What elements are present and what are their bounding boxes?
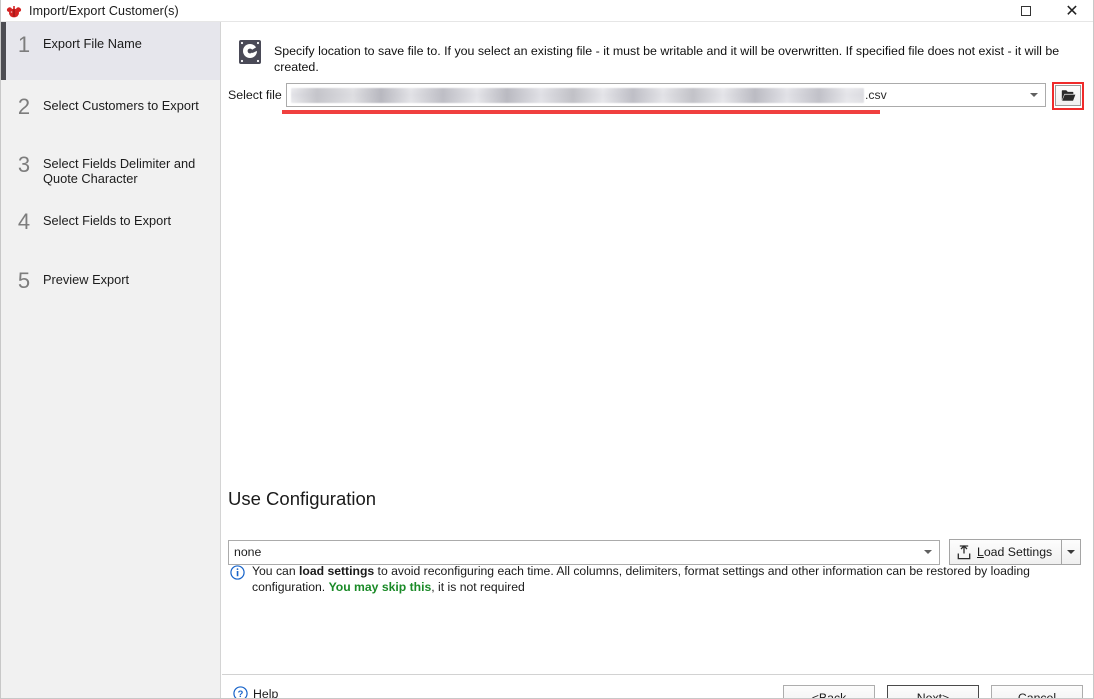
sidebar-step-1[interactable]: 1 Export File Name <box>1 22 220 80</box>
next-mid: ext <box>925 691 943 699</box>
browse-button-highlight <box>1052 82 1084 110</box>
file-path-redacted-value <box>291 87 864 103</box>
select-file-combobox[interactable]: .csv <box>286 83 1046 107</box>
instruction-text: Specify location to save file to. If you… <box>274 44 1060 74</box>
title-bar: Import/Export Customer(s) ✕ <box>1 0 1093 22</box>
close-icon: ✕ <box>1065 1 1079 20</box>
maximize-button[interactable] <box>1003 0 1049 22</box>
load-settings-split-button: Load Settings <box>949 539 1082 565</box>
dialog-button-bar: < Back Next > Cancel <box>783 685 1083 699</box>
file-extension-text: .csv <box>865 88 887 102</box>
sidebar-step-5[interactable]: 5 Preview Export <box>1 254 220 312</box>
load-settings-label-rest: oad Settings <box>983 545 1053 559</box>
sidebar-step-4-number: 4 <box>17 209 31 234</box>
close-button[interactable]: ✕ <box>1049 0 1093 22</box>
info-part-1: You can <box>252 564 299 578</box>
back-rest: ack <box>827 691 847 699</box>
use-configuration-heading: Use Configuration <box>228 488 377 509</box>
sidebar-step-1-label: Export File Name <box>43 36 142 51</box>
import-export-dialog: Import/Export Customer(s) ✕ 1 Export Fil… <box>0 0 1094 699</box>
sidebar-step-1-number: 1 <box>17 32 31 57</box>
app-red-icon <box>6 3 22 19</box>
info-part-3: , it is not required <box>431 580 525 594</box>
next-suffix: > <box>942 691 950 699</box>
window-title: Import/Export Customer(s) <box>29 3 179 18</box>
chevron-down-icon[interactable] <box>1030 93 1038 97</box>
load-settings-label: Load Settings <box>977 545 1052 559</box>
load-settings-accesskey: L <box>977 545 984 559</box>
configuration-selected-value: none <box>234 545 262 559</box>
load-settings-dropdown-button[interactable] <box>1062 539 1082 565</box>
back-accesskey: B <box>818 691 828 699</box>
help-link[interactable]: ? Help <box>233 686 278 699</box>
upload-icon <box>957 544 971 559</box>
svg-text:?: ? <box>238 689 244 699</box>
select-file-label: Select file <box>228 88 282 102</box>
next-accesskey: N <box>916 691 926 699</box>
select-file-row: Select file .csv <box>228 82 1088 110</box>
back-prefix: < <box>811 691 819 699</box>
sidebar-step-2-label: Select Customers to Export <box>43 98 199 113</box>
window-controls: ✕ <box>1003 0 1093 22</box>
sidebar-step-2[interactable]: 2 Select Customers to Export <box>1 80 220 138</box>
chevron-down-icon <box>1067 550 1076 554</box>
footer-divider <box>222 674 1093 675</box>
configuration-combobox[interactable]: none <box>228 539 940 565</box>
cancel-button[interactable]: Cancel <box>991 685 1083 699</box>
cancel-accesskey: C <box>1017 691 1027 699</box>
info-green-skip: You may skip this <box>328 580 432 594</box>
sidebar-step-2-number: 2 <box>17 94 31 119</box>
configuration-row: none Load Settings <box>228 539 1084 565</box>
configuration-info-note: You can load settings to avoid reconfigu… <box>230 563 1080 595</box>
help-accesskey: H <box>253 686 262 699</box>
sidebar-step-4[interactable]: 4 Select Fields to Export <box>1 196 220 254</box>
sidebar-step-3-label: Select Fields Delimiter and Quote Charac… <box>43 156 196 186</box>
browse-button-wrapper <box>1052 82 1084 110</box>
maximize-icon <box>1021 6 1031 16</box>
question-mark-icon: ? <box>233 686 248 699</box>
info-note-text: You can load settings to avoid reconfigu… <box>245 563 1080 595</box>
main-panel: Specify location to save file to. If you… <box>222 22 1093 699</box>
back-button[interactable]: < Back <box>783 685 875 699</box>
next-button[interactable]: Next > <box>887 685 979 699</box>
cancel-rest: ancel <box>1026 691 1057 699</box>
sidebar-step-5-label: Preview Export <box>43 272 130 287</box>
help-label-rest: elp <box>261 686 279 699</box>
sidebar-step-5-number: 5 <box>17 268 31 293</box>
sidebar-step-3[interactable]: 3 Select Fields Delimiter and Quote Char… <box>1 138 220 196</box>
file-path-red-underline-annotation <box>282 110 880 114</box>
wizard-steps-sidebar: 1 Export File Name 2 Select Customers to… <box>1 22 221 698</box>
load-settings-button[interactable]: Load Settings <box>949 539 1063 565</box>
sidebar-step-3-number: 3 <box>17 152 31 177</box>
hard-disk-icon <box>238 39 262 65</box>
instruction-header: Specify location to save file to. If you… <box>238 38 1083 75</box>
info-icon <box>230 565 245 580</box>
info-bold-load-settings: load settings <box>299 564 375 578</box>
help-label: Help <box>253 687 278 699</box>
chevron-down-icon[interactable] <box>924 550 932 554</box>
sidebar-step-4-label: Select Fields to Export <box>43 213 172 228</box>
